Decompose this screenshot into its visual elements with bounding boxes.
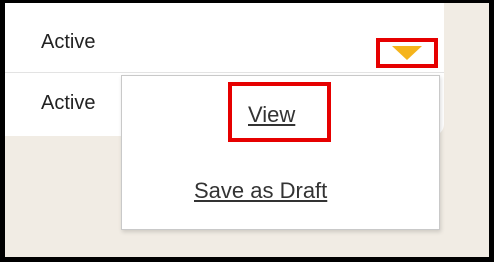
status-text: Active [41,31,96,53]
row-actions-menu: View Save as Draft [121,75,440,230]
view-menu-item[interactable]: View [248,102,295,128]
save-as-draft-menu-item[interactable]: Save as Draft [194,178,327,204]
caret-down-icon [392,46,422,60]
table-row: Active [5,16,444,73]
row-actions-dropdown-toggle[interactable] [376,38,438,68]
screenshot-frame: Active Active View Save as Draft [5,3,489,257]
status-text: Active [41,92,96,114]
